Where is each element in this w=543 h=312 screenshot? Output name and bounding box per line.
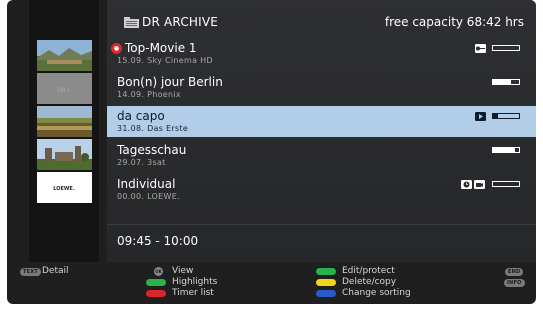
recording-progress	[492, 113, 520, 119]
end-key-icon[interactable]: END	[505, 268, 524, 276]
recording-row-top-movie[interactable]: ● Top-Movie 1 15.09. Sky Cinema HD	[107, 38, 536, 69]
recording-title: Tagesschau	[117, 143, 187, 157]
free-capacity: free capacity 68:42 hrs	[384, 15, 524, 29]
footer-legend: TEXT Detail OK View Highlights Timer lis…	[7, 262, 536, 304]
recording-progress-fill	[493, 80, 512, 84]
grey-thumbnail-text: DR+	[57, 87, 71, 94]
edit-protect-label[interactable]: Edit/protect	[342, 266, 395, 276]
info-key-icon[interactable]: INFO	[504, 279, 525, 287]
recording-title: Individual	[117, 177, 176, 191]
recording-title: Top-Movie 1	[125, 41, 197, 55]
recording-progress	[492, 45, 520, 51]
recording-meta: 31.08. Das Erste	[117, 124, 189, 133]
grey-thumbnail[interactable]: DR+	[37, 73, 92, 104]
play-square-icon	[475, 112, 486, 121]
recording-row-individual[interactable]: Individual 00.00. LOEWE.	[107, 174, 536, 205]
detail-label[interactable]: Detail	[42, 266, 69, 276]
recording-progress	[492, 79, 520, 85]
recording-row-tagesschau[interactable]: Tagesschau 29.07. 3sat	[107, 140, 536, 171]
recording-title: Bon(n) jour Berlin	[117, 75, 223, 89]
landscape-thumbnail[interactable]	[37, 40, 92, 71]
green-key-icon-2	[316, 268, 336, 275]
recording-progress-fill	[493, 114, 499, 118]
archive-panel: DR ARCHIVE free capacity 68:42 hrs ● Top…	[107, 0, 536, 262]
recording-meta: 29.07. 3sat	[117, 158, 166, 167]
red-key-icon	[146, 290, 166, 297]
castle-thumbnail[interactable]	[37, 139, 92, 170]
text-key-icon: TEXT	[20, 268, 41, 276]
delete-copy-label[interactable]: Delete/copy	[342, 277, 396, 287]
camera-icon	[474, 180, 485, 189]
field-thumbnail[interactable]	[37, 106, 92, 137]
highlights-label[interactable]: Highlights	[172, 277, 217, 287]
ok-key-icon: OK	[154, 267, 163, 276]
recording-meta: 00.00. LOEWE.	[117, 192, 180, 201]
recording-progress-fill	[493, 148, 516, 152]
recording-row-bonn-jour[interactable]: Bon(n) jour Berlin 14.09. Phoenix	[107, 72, 536, 103]
time-range: 09:45 - 10:00	[117, 234, 199, 248]
loewe-thumbnail[interactable]: LOEWE.	[37, 172, 92, 203]
blue-key-icon	[316, 290, 336, 297]
page-title: DR ARCHIVE	[142, 15, 219, 29]
divider	[107, 224, 536, 225]
record-badge-icon: ●	[111, 43, 122, 54]
change-sorting-label[interactable]: Change sorting	[342, 288, 411, 298]
clock-icon	[461, 180, 472, 189]
recording-meta: 14.09. Phoenix	[117, 90, 181, 99]
key-icon	[475, 44, 486, 53]
yellow-key-icon	[316, 279, 336, 286]
timer-list-label[interactable]: Timer list	[172, 288, 214, 298]
recording-title: da capo	[117, 109, 165, 123]
thumbnail-column: DR+ LOEWE.	[29, 0, 99, 262]
green-key-icon	[146, 279, 166, 286]
recording-row-da-capo[interactable]: da capo 31.08. Das Erste	[107, 106, 536, 137]
loewe-logo-text: LOEWE.	[53, 186, 75, 192]
tv-screen: DR+ LOEWE. DR ARCHIVE free capacity 68:4…	[7, 0, 536, 304]
recording-meta: 15.09. Sky Cinema HD	[117, 56, 213, 65]
archive-header: DR ARCHIVE free capacity 68:42 hrs	[107, 14, 536, 34]
recording-progress	[492, 181, 520, 187]
recording-progress	[492, 147, 520, 153]
view-label[interactable]: View	[172, 266, 193, 276]
archive-folder-icon	[124, 17, 139, 28]
